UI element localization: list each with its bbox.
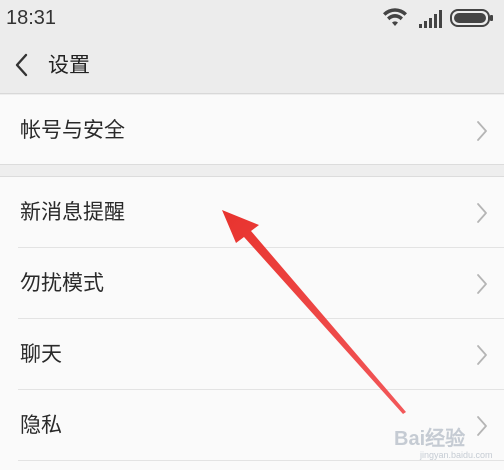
chevron-right-icon [477, 121, 487, 141]
settings-item-account-security[interactable]: 帐号与安全 [0, 95, 504, 166]
status-time: 18:31 [6, 7, 57, 29]
settings-item-label: 聊天 [20, 342, 62, 366]
chevron-right-icon [477, 345, 487, 365]
settings-item-label: 勿扰模式 [20, 271, 104, 295]
chevron-right-icon [477, 203, 487, 223]
settings-group-account: 帐号与安全 [0, 95, 504, 165]
settings-item-label: 新消息提醒 [20, 200, 125, 224]
signal-icon [419, 10, 442, 28]
settings-item-new-message-notify[interactable]: 新消息提醒 [0, 177, 504, 248]
page-title: 设置 [48, 53, 90, 77]
chevron-left-icon[interactable] [8, 49, 38, 81]
settings-item-do-not-disturb[interactable]: 勿扰模式 [0, 248, 504, 319]
settings-item-label: 隐私 [20, 413, 62, 437]
status-bar: 18:31 [0, 0, 504, 36]
settings-item-chat[interactable]: 聊天 [0, 319, 504, 390]
settings-screen: 18:31 设置 帐号与安全 新消息提醒 勿扰模式 聊天 隐私 Bai经验 ji… [0, 0, 504, 470]
divider [18, 460, 504, 461]
battery-icon [450, 9, 493, 27]
header-bar: 设置 [0, 36, 504, 94]
wifi-icon [383, 8, 407, 26]
settings-group-general: 新消息提醒 勿扰模式 聊天 隐私 [0, 176, 504, 470]
settings-item-privacy[interactable]: 隐私 [0, 390, 504, 461]
chevron-right-icon [477, 274, 487, 294]
group-spacer [0, 166, 504, 176]
settings-item-label: 帐号与安全 [20, 118, 125, 142]
chevron-right-icon [477, 416, 487, 436]
